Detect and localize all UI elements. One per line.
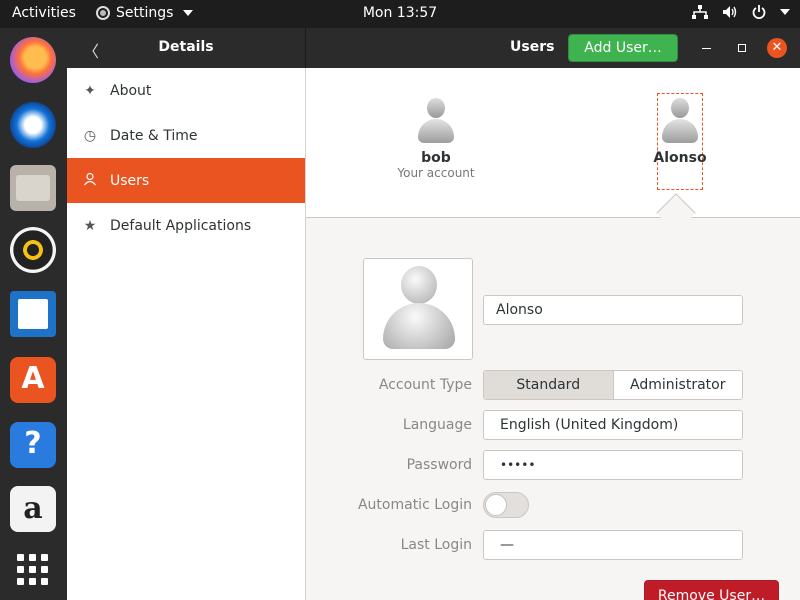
avatar	[416, 98, 456, 146]
settings-sidebar: ✦ About ◷ Date & Time Users ★ Default Ap…	[67, 68, 306, 600]
help-icon[interactable]: ?	[10, 422, 56, 468]
sidebar-item-label: Users	[110, 172, 150, 189]
account-type-administrator[interactable]: Administrator	[614, 371, 743, 399]
user-card-bob[interactable]: bob Your account	[396, 98, 476, 180]
amazon-icon[interactable]: a	[10, 486, 56, 532]
sidebar-item-label: Date & Time	[110, 127, 198, 144]
tray-caret-icon	[780, 9, 790, 15]
user-card-alonso[interactable]: Alonso	[640, 98, 720, 166]
firefox-icon[interactable]	[10, 37, 56, 83]
users-panel: bob Your account Alonso Alonso Account T…	[306, 68, 800, 600]
sidebar-item-date-time[interactable]: ◷ Date & Time	[67, 113, 305, 158]
sidebar-item-default-applications[interactable]: ★ Default Applications	[67, 203, 305, 248]
page-title: Users	[510, 39, 555, 55]
password-field[interactable]: •••••	[483, 450, 743, 480]
automatic-login-toggle[interactable]	[483, 492, 529, 518]
user-subtitle: Your account	[397, 166, 475, 180]
full-name-field[interactable]: Alonso	[483, 295, 743, 325]
account-type-switch: Standard Administrator	[483, 370, 743, 400]
system-tray[interactable]	[692, 5, 790, 19]
top-bar: Activities Settings Mon 13:57	[0, 0, 800, 28]
power-icon	[752, 5, 766, 19]
files-icon[interactable]	[10, 165, 56, 211]
minimize-icon[interactable]	[702, 48, 711, 49]
dock: A ? a	[0, 28, 67, 600]
last-login-label: Last Login	[400, 537, 472, 553]
add-user-button[interactable]: Add User…	[568, 34, 678, 62]
user-name: Alonso	[653, 150, 707, 166]
network-icon	[692, 5, 708, 19]
avatar	[660, 98, 700, 146]
password-label: Password	[406, 457, 472, 473]
user-name: bob	[421, 150, 451, 166]
maximize-icon[interactable]	[738, 44, 746, 52]
sidebar-item-about[interactable]: ✦ About	[67, 68, 305, 113]
sidebar-item-label: About	[110, 82, 152, 99]
remove-user-button[interactable]: Remove User…	[644, 580, 779, 600]
clock[interactable]: Mon 13:57	[0, 5, 800, 21]
account-type-standard[interactable]: Standard	[484, 371, 614, 399]
content-header: Users Add User… ✕	[306, 28, 800, 68]
volume-icon	[723, 6, 737, 18]
sidebar-header: 〈 Details	[67, 28, 306, 68]
ubuntu-software-icon[interactable]: A	[10, 357, 56, 403]
user-avatar-picker[interactable]	[363, 258, 473, 360]
libreoffice-writer-icon[interactable]	[10, 291, 56, 337]
language-label: Language	[402, 417, 472, 433]
sidebar-item-label: Default Applications	[110, 217, 252, 234]
last-login-field[interactable]: —	[483, 530, 743, 560]
close-icon[interactable]: ✕	[767, 38, 787, 58]
thunderbird-icon[interactable]	[10, 102, 56, 148]
account-type-label: Account Type	[378, 377, 472, 393]
language-field[interactable]: English (United Kingdom)	[483, 410, 743, 440]
rhythmbox-icon[interactable]	[10, 227, 56, 273]
sidebar-item-users[interactable]: Users	[67, 158, 305, 203]
user-list: bob Your account Alonso	[306, 68, 800, 218]
sparkle-icon: ✦	[84, 82, 96, 99]
user-icon	[82, 172, 98, 190]
automatic-login-label: Automatic Login	[357, 497, 472, 513]
star-icon: ★	[83, 217, 97, 234]
panel-title: Details	[158, 39, 214, 55]
clock-icon: ◷	[83, 127, 97, 144]
show-applications-icon[interactable]	[10, 550, 56, 596]
